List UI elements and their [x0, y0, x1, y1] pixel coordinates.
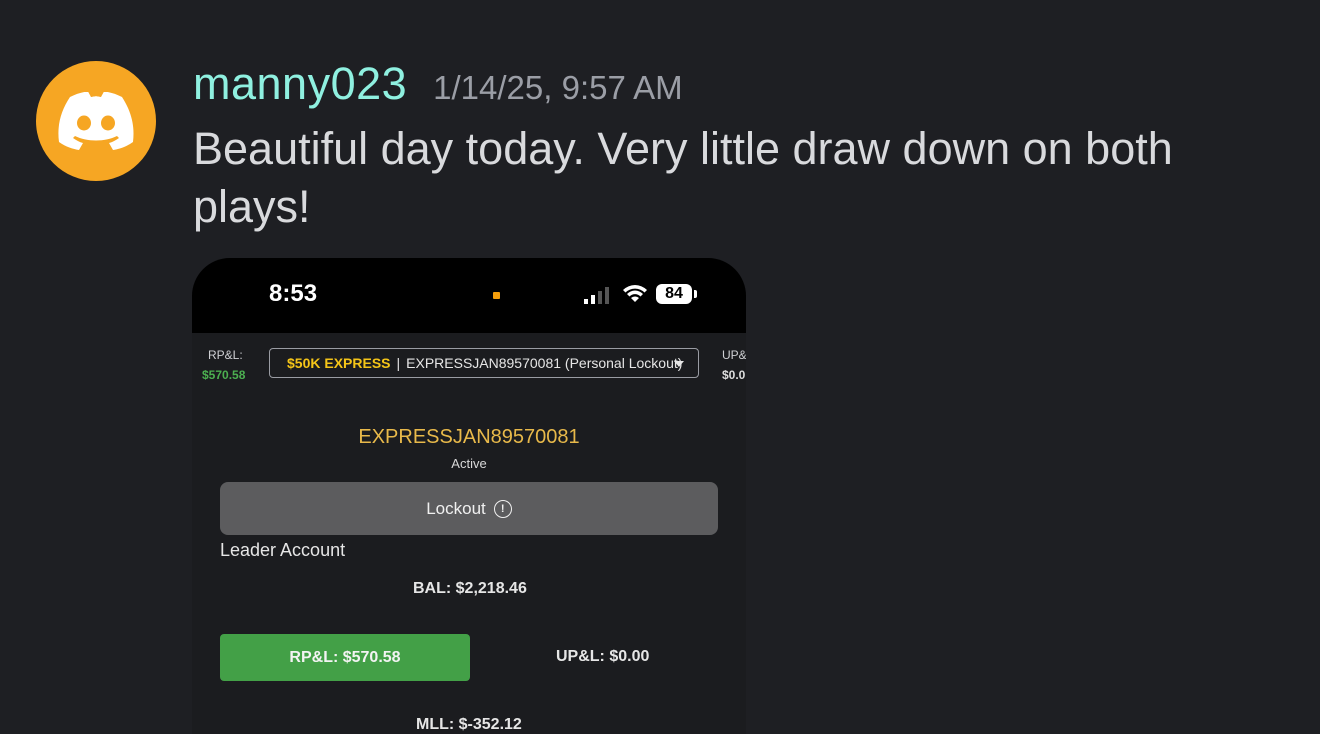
chevron-down-icon[interactable] [674, 361, 684, 367]
account-select[interactable]: $50K EXPRESS | EXPRESSJAN89570081 (Perso… [269, 348, 699, 378]
upl-label: UP& [722, 348, 746, 362]
leader-account-label: Leader Account [220, 540, 346, 560]
rpl-button[interactable]: RP&L: $570.58 [220, 634, 470, 681]
lockout-label: Lockout [426, 498, 486, 518]
rpl-value: $570.58 [202, 368, 246, 382]
balance-text: BAL: $2,218.46 [413, 580, 527, 597]
account-status: Active [451, 456, 487, 471]
message-timestamp[interactable]: 1/14/25, 9:57 AM [433, 69, 683, 107]
lockout-button[interactable]: Lockout ! [220, 482, 718, 535]
rpl-label: RP&L: [208, 348, 243, 362]
battery-icon: 84 [656, 284, 692, 304]
discord-logo-icon [58, 92, 134, 150]
battery-tip [694, 290, 697, 298]
status-clock: 8:53 [269, 280, 318, 307]
attached-screenshot[interactable]: 8:53 84 RP&L: $570.58 $50K EXPRESS | EXP… [192, 258, 746, 734]
account-type: $50K EXPRESS [287, 355, 391, 371]
message-text: Beautiful day today. Very little draw do… [193, 123, 1173, 232]
username[interactable]: manny023 [193, 58, 407, 110]
account-name: EXPRESSJAN89570081 (Personal Lockout) [406, 355, 683, 371]
phone-status-bar: 8:53 84 [192, 258, 746, 333]
upl-value: $0.0 [722, 368, 746, 382]
user-avatar[interactable] [36, 61, 156, 181]
account-id: EXPRESSJAN89570081 [358, 426, 580, 448]
mll-text: MLL: $-352.12 [416, 716, 522, 733]
wifi-icon [623, 285, 647, 302]
message-header: manny023 1/14/25, 9:57 AM [193, 58, 683, 110]
info-icon: ! [493, 499, 512, 518]
privacy-indicator-icon [493, 292, 500, 299]
signal-icon [584, 287, 609, 304]
upl-text: UP&L: $0.00 [556, 648, 650, 665]
account-separator: | [396, 355, 401, 371]
